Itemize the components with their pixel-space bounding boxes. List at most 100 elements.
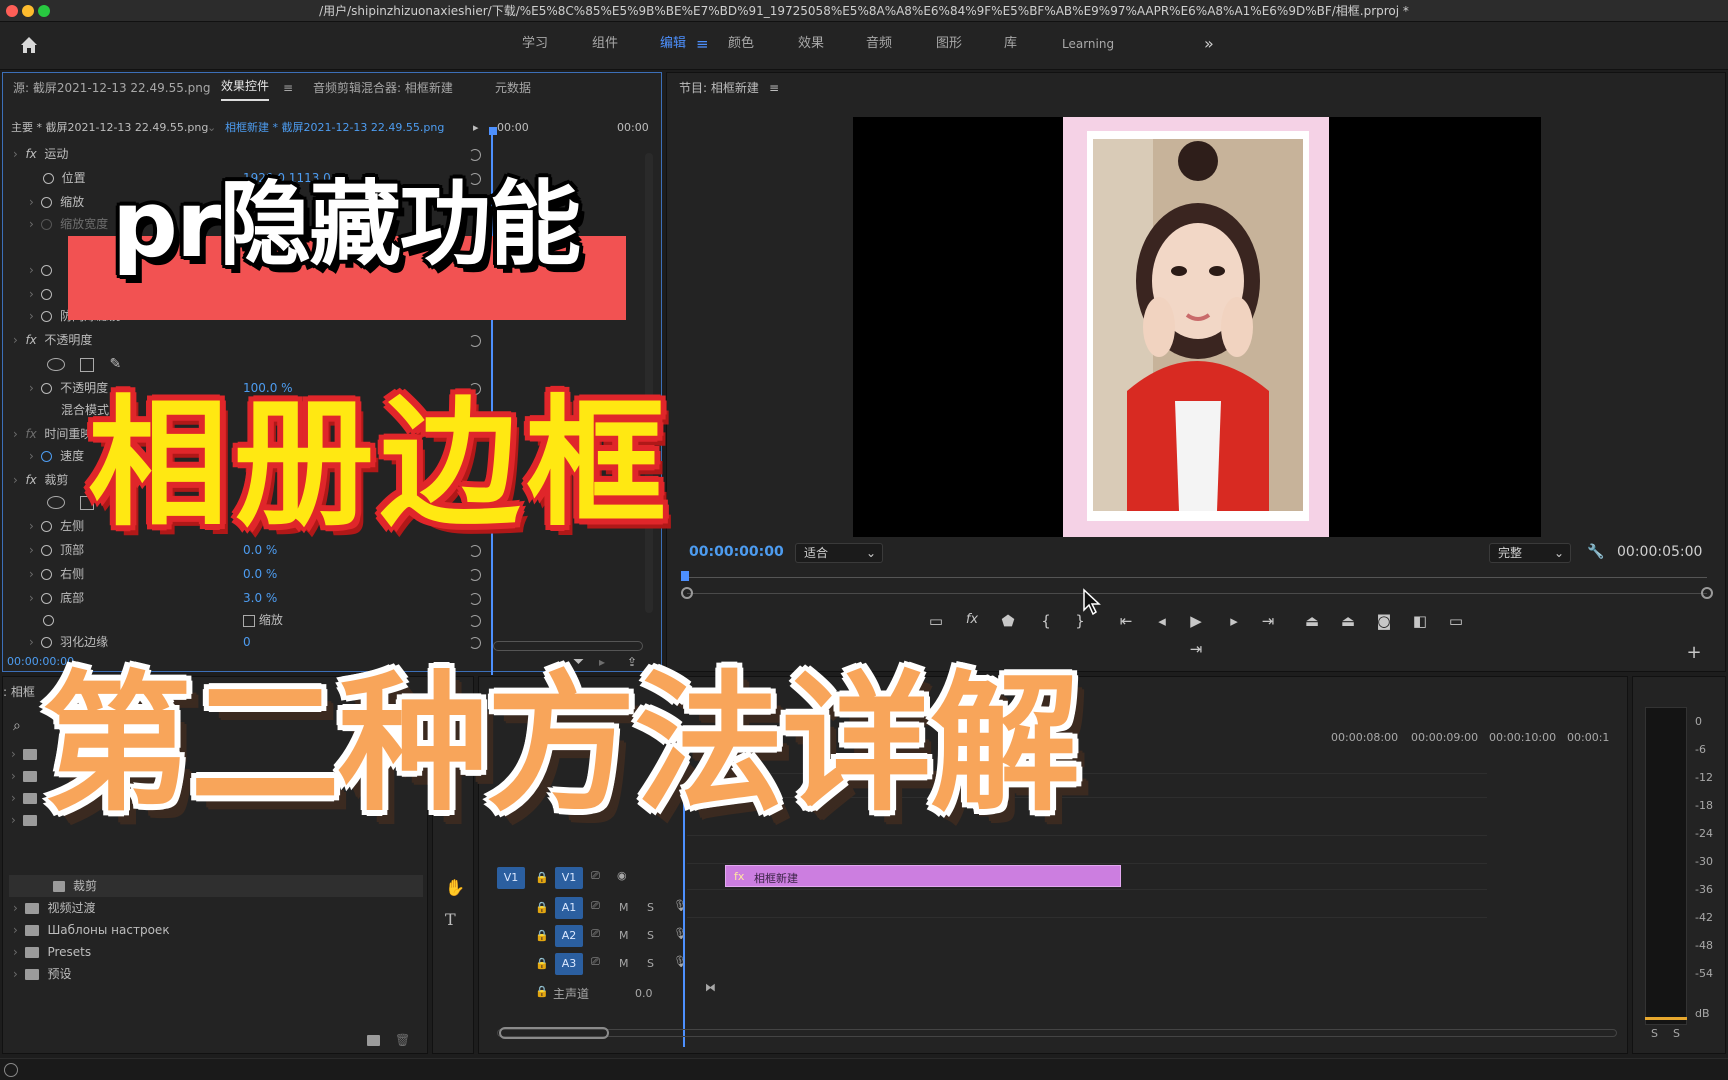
bin-row[interactable]: › bbox=[11, 809, 45, 831]
tab-source[interactable]: 源: 截屏2021-12-13 22.49.55.png bbox=[13, 73, 211, 103]
tab-learn[interactable]: 学习 bbox=[522, 22, 548, 70]
tab-graphics[interactable]: 图形 bbox=[936, 22, 962, 70]
param-left[interactable]: › 左侧 bbox=[29, 515, 84, 537]
search-icon[interactable]: ⌕ bbox=[13, 715, 21, 737]
playhead-handle[interactable] bbox=[681, 571, 689, 581]
eye-icon[interactable]: ◉ bbox=[617, 869, 627, 882]
list-item-crop[interactable]: 裁剪 bbox=[53, 875, 97, 897]
tab-libraries[interactable]: 库 bbox=[1004, 22, 1017, 70]
param-scale-width[interactable]: › 缩放宽度 bbox=[29, 213, 108, 235]
zoom-window-button[interactable] bbox=[38, 5, 50, 17]
insert-icon[interactable]: ⇥ bbox=[1186, 640, 1206, 658]
panel-menu-icon[interactable]: ≡ bbox=[283, 73, 293, 103]
bin-row[interactable]: › bbox=[11, 787, 45, 809]
reset-icon[interactable] bbox=[469, 593, 481, 605]
solo-left-button[interactable]: S bbox=[1651, 1027, 1658, 1040]
microphone-icon[interactable]: 🎙 bbox=[673, 927, 687, 940]
play-only-icon[interactable]: ▸ bbox=[473, 117, 479, 139]
safe-margins-icon[interactable]: ▭ bbox=[926, 612, 946, 630]
stopwatch-icon[interactable] bbox=[41, 569, 53, 580]
add-marker-icon[interactable]: ⬟ bbox=[998, 612, 1018, 630]
mute-button[interactable]: M bbox=[619, 957, 629, 970]
playhead-handle[interactable] bbox=[489, 127, 497, 135]
track-target-a3[interactable]: A3 bbox=[555, 953, 583, 975]
step-forward-icon[interactable]: ▸ bbox=[1224, 612, 1244, 630]
stopwatch-icon[interactable] bbox=[41, 197, 53, 208]
stopwatch-icon[interactable] bbox=[41, 289, 53, 300]
stopwatch-icon[interactable] bbox=[41, 265, 53, 276]
tab-editing[interactable]: 编辑 bbox=[660, 22, 686, 70]
video-clip[interactable]: fx 相框新建 bbox=[725, 865, 1121, 887]
fit-audio-icon[interactable]: ⧓ bbox=[705, 981, 716, 994]
solo-right-button[interactable]: S bbox=[1673, 1027, 1680, 1040]
rectangle-mask-icon[interactable] bbox=[80, 357, 95, 372]
mark-in-icon[interactable]: { bbox=[1036, 612, 1056, 630]
list-item-presets-ru[interactable]: › Шаблоны настроек bbox=[13, 919, 170, 941]
scrub-bar[interactable] bbox=[687, 593, 1707, 594]
wrench-icon[interactable]: 🔧 bbox=[1587, 541, 1604, 563]
ellipse-mask-icon[interactable] bbox=[47, 496, 65, 509]
mute-button[interactable]: M bbox=[619, 901, 629, 914]
extract-icon[interactable]: ⏏ bbox=[1338, 612, 1358, 630]
panel-menu-icon[interactable]: ≡ bbox=[769, 77, 779, 99]
master-track-value[interactable]: 0.0 bbox=[635, 987, 653, 1000]
stopwatch-icon[interactable] bbox=[41, 383, 53, 394]
hamburger-icon[interactable]: ≡ bbox=[696, 22, 709, 70]
track-target-v1[interactable]: V1 bbox=[555, 867, 583, 889]
comparison-icon[interactable]: ◧ bbox=[1410, 612, 1430, 630]
stopwatch-icon[interactable] bbox=[41, 637, 53, 648]
sync-icon[interactable]: ⎚ bbox=[591, 927, 600, 941]
more-workspaces-icon[interactable]: » bbox=[1204, 22, 1214, 70]
fit-dropdown[interactable]: 适合 ⌄ bbox=[795, 543, 883, 563]
zoom-checkbox[interactable]: 缩放 bbox=[243, 609, 283, 631]
param-scale[interactable]: › 缩放 bbox=[29, 191, 84, 213]
reset-icon[interactable] bbox=[469, 545, 481, 557]
tab-audio-mixer[interactable]: 音频剪辑混合器: 相框新建 bbox=[313, 73, 453, 103]
hand-tool-icon[interactable]: ✋ bbox=[445, 877, 465, 899]
tab-effect-controls[interactable]: 效果控件 bbox=[221, 73, 270, 101]
bottom-value[interactable]: 3.0 % bbox=[243, 587, 277, 609]
lock-icon[interactable]: 🔒 bbox=[535, 871, 549, 884]
track-target-a2[interactable]: A2 bbox=[555, 925, 583, 947]
tab-color[interactable]: 颜色 bbox=[728, 22, 754, 70]
effect-crop[interactable]: › fx 裁剪 bbox=[13, 469, 68, 491]
microphone-icon[interactable]: 🎙 bbox=[673, 899, 687, 912]
stopwatch-icon[interactable] bbox=[41, 311, 53, 322]
stopwatch-icon[interactable] bbox=[43, 615, 54, 626]
sync-icon[interactable]: ⎚ bbox=[591, 869, 600, 883]
list-item-presets[interactable]: › Presets bbox=[13, 941, 91, 963]
close-window-button[interactable] bbox=[6, 5, 18, 17]
reset-icon[interactable] bbox=[469, 569, 481, 581]
solo-button[interactable]: S bbox=[647, 929, 654, 942]
tab-audio[interactable]: 音频 bbox=[866, 22, 892, 70]
play-icon[interactable]: ▶ bbox=[1186, 612, 1206, 630]
fx-icon[interactable]: fx bbox=[962, 612, 982, 627]
go-to-in-icon[interactable]: ⇤ bbox=[1116, 612, 1136, 630]
stopwatch-icon[interactable] bbox=[41, 593, 53, 604]
out-point-handle[interactable] bbox=[1701, 587, 1713, 599]
tab-effects[interactable]: 效果 bbox=[798, 22, 824, 70]
stopwatch-icon[interactable] bbox=[41, 521, 53, 532]
param-top[interactable]: › 顶部 bbox=[29, 539, 84, 561]
param-feather[interactable]: › 羽化边缘 bbox=[29, 631, 108, 653]
add-button-icon[interactable]: + bbox=[1684, 642, 1704, 663]
timeline-scrollbar[interactable] bbox=[497, 1029, 1617, 1037]
lock-icon[interactable]: 🔒 bbox=[535, 957, 549, 970]
track-target-a1[interactable]: A1 bbox=[555, 897, 583, 919]
clip-label[interactable]: 相框新建 * 截屏2021-12-13 22.49.55.png bbox=[225, 117, 444, 139]
sync-icon[interactable]: ⎚ bbox=[591, 899, 600, 913]
chevron-down-icon[interactable]: ⌄ bbox=[207, 117, 216, 139]
reset-icon[interactable] bbox=[469, 615, 481, 627]
trash-icon[interactable]: 🗑 bbox=[395, 1029, 410, 1051]
timeline-zoom-handle[interactable] bbox=[499, 1027, 609, 1039]
zoom-scrollbar[interactable] bbox=[493, 641, 643, 651]
source-patch-v1[interactable]: V1 bbox=[497, 867, 525, 889]
param-bottom[interactable]: › 底部 bbox=[29, 587, 84, 609]
feather-value[interactable]: 0 bbox=[243, 631, 251, 653]
list-item-preset-cn[interactable]: › 预设 bbox=[13, 963, 71, 985]
new-bin-icon[interactable] bbox=[367, 1029, 388, 1051]
stopwatch-icon[interactable] bbox=[41, 451, 53, 462]
mute-button[interactable]: M bbox=[619, 929, 629, 942]
param-speed[interactable]: › 速度 bbox=[29, 445, 84, 467]
proxy-icon[interactable]: ▭ bbox=[1446, 612, 1466, 630]
